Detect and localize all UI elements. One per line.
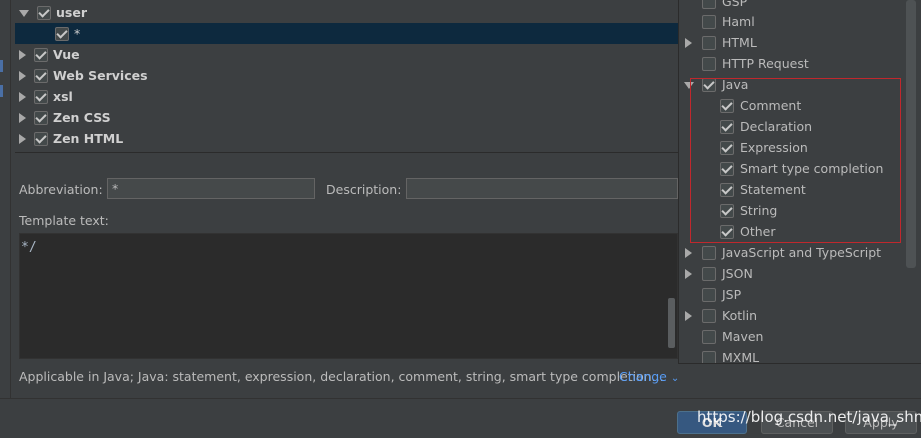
tree-group-web-services[interactable]: Web Services [15, 65, 680, 86]
chevron-down-icon[interactable] [19, 10, 29, 17]
tree-item-label: user [56, 5, 87, 20]
context-item-jsp[interactable]: JSP [702, 284, 741, 305]
tree-item-label: Web Services [53, 68, 148, 83]
context-item-label: MXML [722, 350, 760, 364]
tree-checkbox[interactable] [37, 5, 51, 20]
context-checkbox[interactable] [702, 308, 716, 323]
chevron-right-icon[interactable] [19, 112, 26, 123]
template-text-label: Template text: [19, 213, 109, 228]
chevron-right-icon[interactable] [685, 268, 692, 279]
tree-item-label: * [74, 26, 81, 41]
tree-item-label: xsl [53, 89, 73, 104]
context-checkbox[interactable] [702, 0, 716, 9]
tree-group-zen-css[interactable]: Zen CSS [15, 107, 680, 128]
context-item-label: Maven [722, 329, 764, 344]
popup-scrollbar[interactable] [906, 0, 916, 268]
watermark-url: https://blog.csdn.net/java_shm [697, 408, 921, 426]
tree-group-xsl[interactable]: xsl [15, 86, 680, 107]
abbreviation-label: Abbreviation: [19, 182, 103, 197]
template-tree[interactable]: user * Vue Web Services xsl Zen CSS Zen … [15, 0, 680, 153]
tree-item-label: Vue [53, 47, 80, 62]
description-input[interactable] [406, 178, 678, 199]
abbreviation-input[interactable]: * [107, 178, 315, 199]
context-checkbox[interactable] [702, 329, 716, 344]
context-checkbox[interactable] [702, 287, 716, 302]
tree-group-zen-html[interactable]: Zen HTML [15, 128, 680, 149]
context-checkbox[interactable] [702, 35, 716, 50]
context-item-javascript-typescript[interactable]: JavaScript and TypeScript [685, 242, 882, 263]
context-item-label: Haml [722, 14, 755, 29]
tree-checkbox[interactable] [55, 26, 69, 41]
edge-marker [0, 60, 3, 72]
applicable-contexts-text: Applicable in Java; Java: statement, exp… [19, 369, 664, 384]
context-checkbox[interactable] [702, 266, 716, 281]
description-label: Description: [326, 182, 402, 197]
context-item-label: JavaScript and TypeScript [722, 245, 882, 260]
tree-checkbox[interactable] [34, 131, 48, 146]
change-link-label[interactable]: Change [619, 369, 667, 384]
context-item-label: HTML [722, 35, 757, 50]
context-item-label: HTTP Request [722, 56, 809, 71]
chevron-right-icon[interactable] [685, 310, 692, 321]
chevron-right-icon[interactable] [685, 247, 692, 258]
chevron-right-icon[interactable] [19, 49, 26, 60]
java-context-highlight [690, 78, 901, 243]
tree-item-label: Zen HTML [53, 131, 124, 146]
chevron-right-icon[interactable] [19, 70, 26, 81]
context-item-label: JSP [722, 287, 742, 302]
context-item-maven[interactable]: Maven [702, 326, 763, 347]
context-checkbox[interactable] [702, 350, 716, 363]
tree-group-user[interactable]: user [15, 2, 680, 23]
context-item-haml[interactable]: Haml [702, 11, 755, 32]
tree-checkbox[interactable] [34, 47, 48, 62]
context-item-label: JSON [722, 266, 753, 281]
context-item-http-request[interactable]: HTTP Request [702, 53, 809, 74]
context-item-mxml[interactable]: MXML [702, 347, 760, 364]
tree-checkbox[interactable] [34, 68, 48, 83]
context-checkbox[interactable] [702, 245, 716, 260]
chevron-right-icon[interactable] [19, 91, 26, 102]
editor-scrollbar[interactable] [668, 298, 675, 348]
context-item-kotlin[interactable]: Kotlin [685, 305, 757, 326]
tree-item-label: Zen CSS [53, 110, 111, 125]
change-link[interactable]: Change ⌄ [619, 369, 679, 384]
tree-group-vue[interactable]: Vue [15, 44, 680, 65]
context-checkbox[interactable] [702, 14, 716, 29]
context-item-json[interactable]: JSON [685, 263, 753, 284]
context-checkbox[interactable] [702, 56, 716, 71]
chevron-right-icon[interactable] [19, 133, 26, 144]
context-item-label: Kotlin [722, 308, 757, 323]
context-item-html[interactable]: HTML [685, 32, 757, 53]
chevron-right-icon[interactable] [685, 37, 692, 48]
template-text-editor[interactable]: */ [19, 233, 678, 359]
tree-checkbox[interactable] [34, 89, 48, 104]
chevron-down-icon[interactable]: ⌄ [671, 373, 679, 384]
tree-item-star[interactable]: * [15, 23, 680, 44]
tree-checkbox[interactable] [34, 110, 48, 125]
context-item-label: GSP [722, 0, 748, 9]
edge-marker [0, 85, 3, 97]
